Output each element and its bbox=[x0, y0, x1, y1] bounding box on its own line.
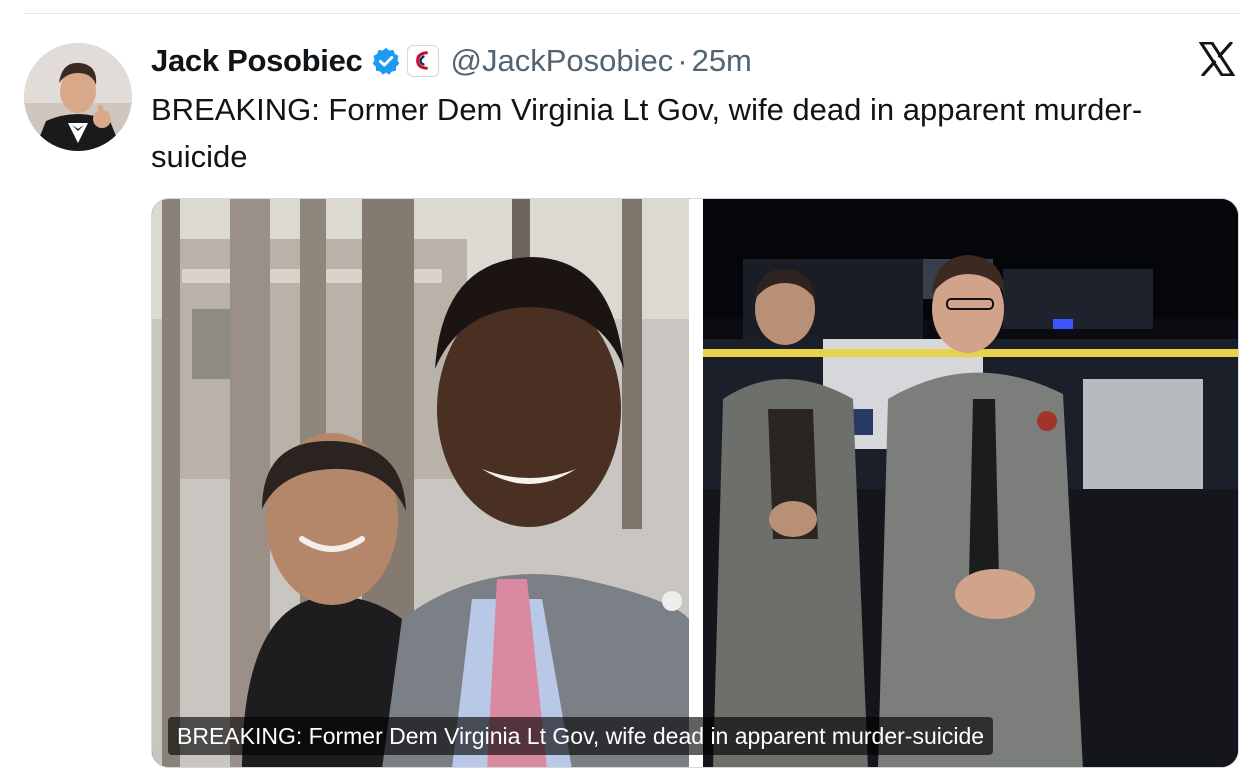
top-divider bbox=[24, 13, 1240, 14]
tweet-text: BREAKING: Former Dem Virginia Lt Gov, wi… bbox=[151, 92, 1143, 174]
verified-badge-icon bbox=[371, 46, 401, 76]
affiliation-badge-icon[interactable] bbox=[406, 45, 439, 77]
media-image[interactable]: BREAKING: Former Dem Virginia Lt Gov, wi… bbox=[151, 198, 1239, 768]
tweet-header: Jack Posobiec @JackPosobiec · 25m bbox=[151, 38, 752, 84]
x-logo-icon bbox=[1198, 41, 1236, 77]
photo-right bbox=[703, 199, 1238, 767]
timestamp[interactable]: 25m bbox=[692, 43, 752, 79]
photo-left bbox=[152, 199, 689, 767]
handle[interactable]: @JackPosobiec bbox=[451, 43, 674, 79]
separator-dot: · bbox=[677, 43, 688, 78]
avatar[interactable] bbox=[24, 43, 132, 151]
display-name[interactable]: Jack Posobiec bbox=[151, 43, 363, 79]
photo-divider bbox=[689, 199, 703, 767]
media-caption: BREAKING: Former Dem Virginia Lt Gov, wi… bbox=[168, 717, 994, 755]
